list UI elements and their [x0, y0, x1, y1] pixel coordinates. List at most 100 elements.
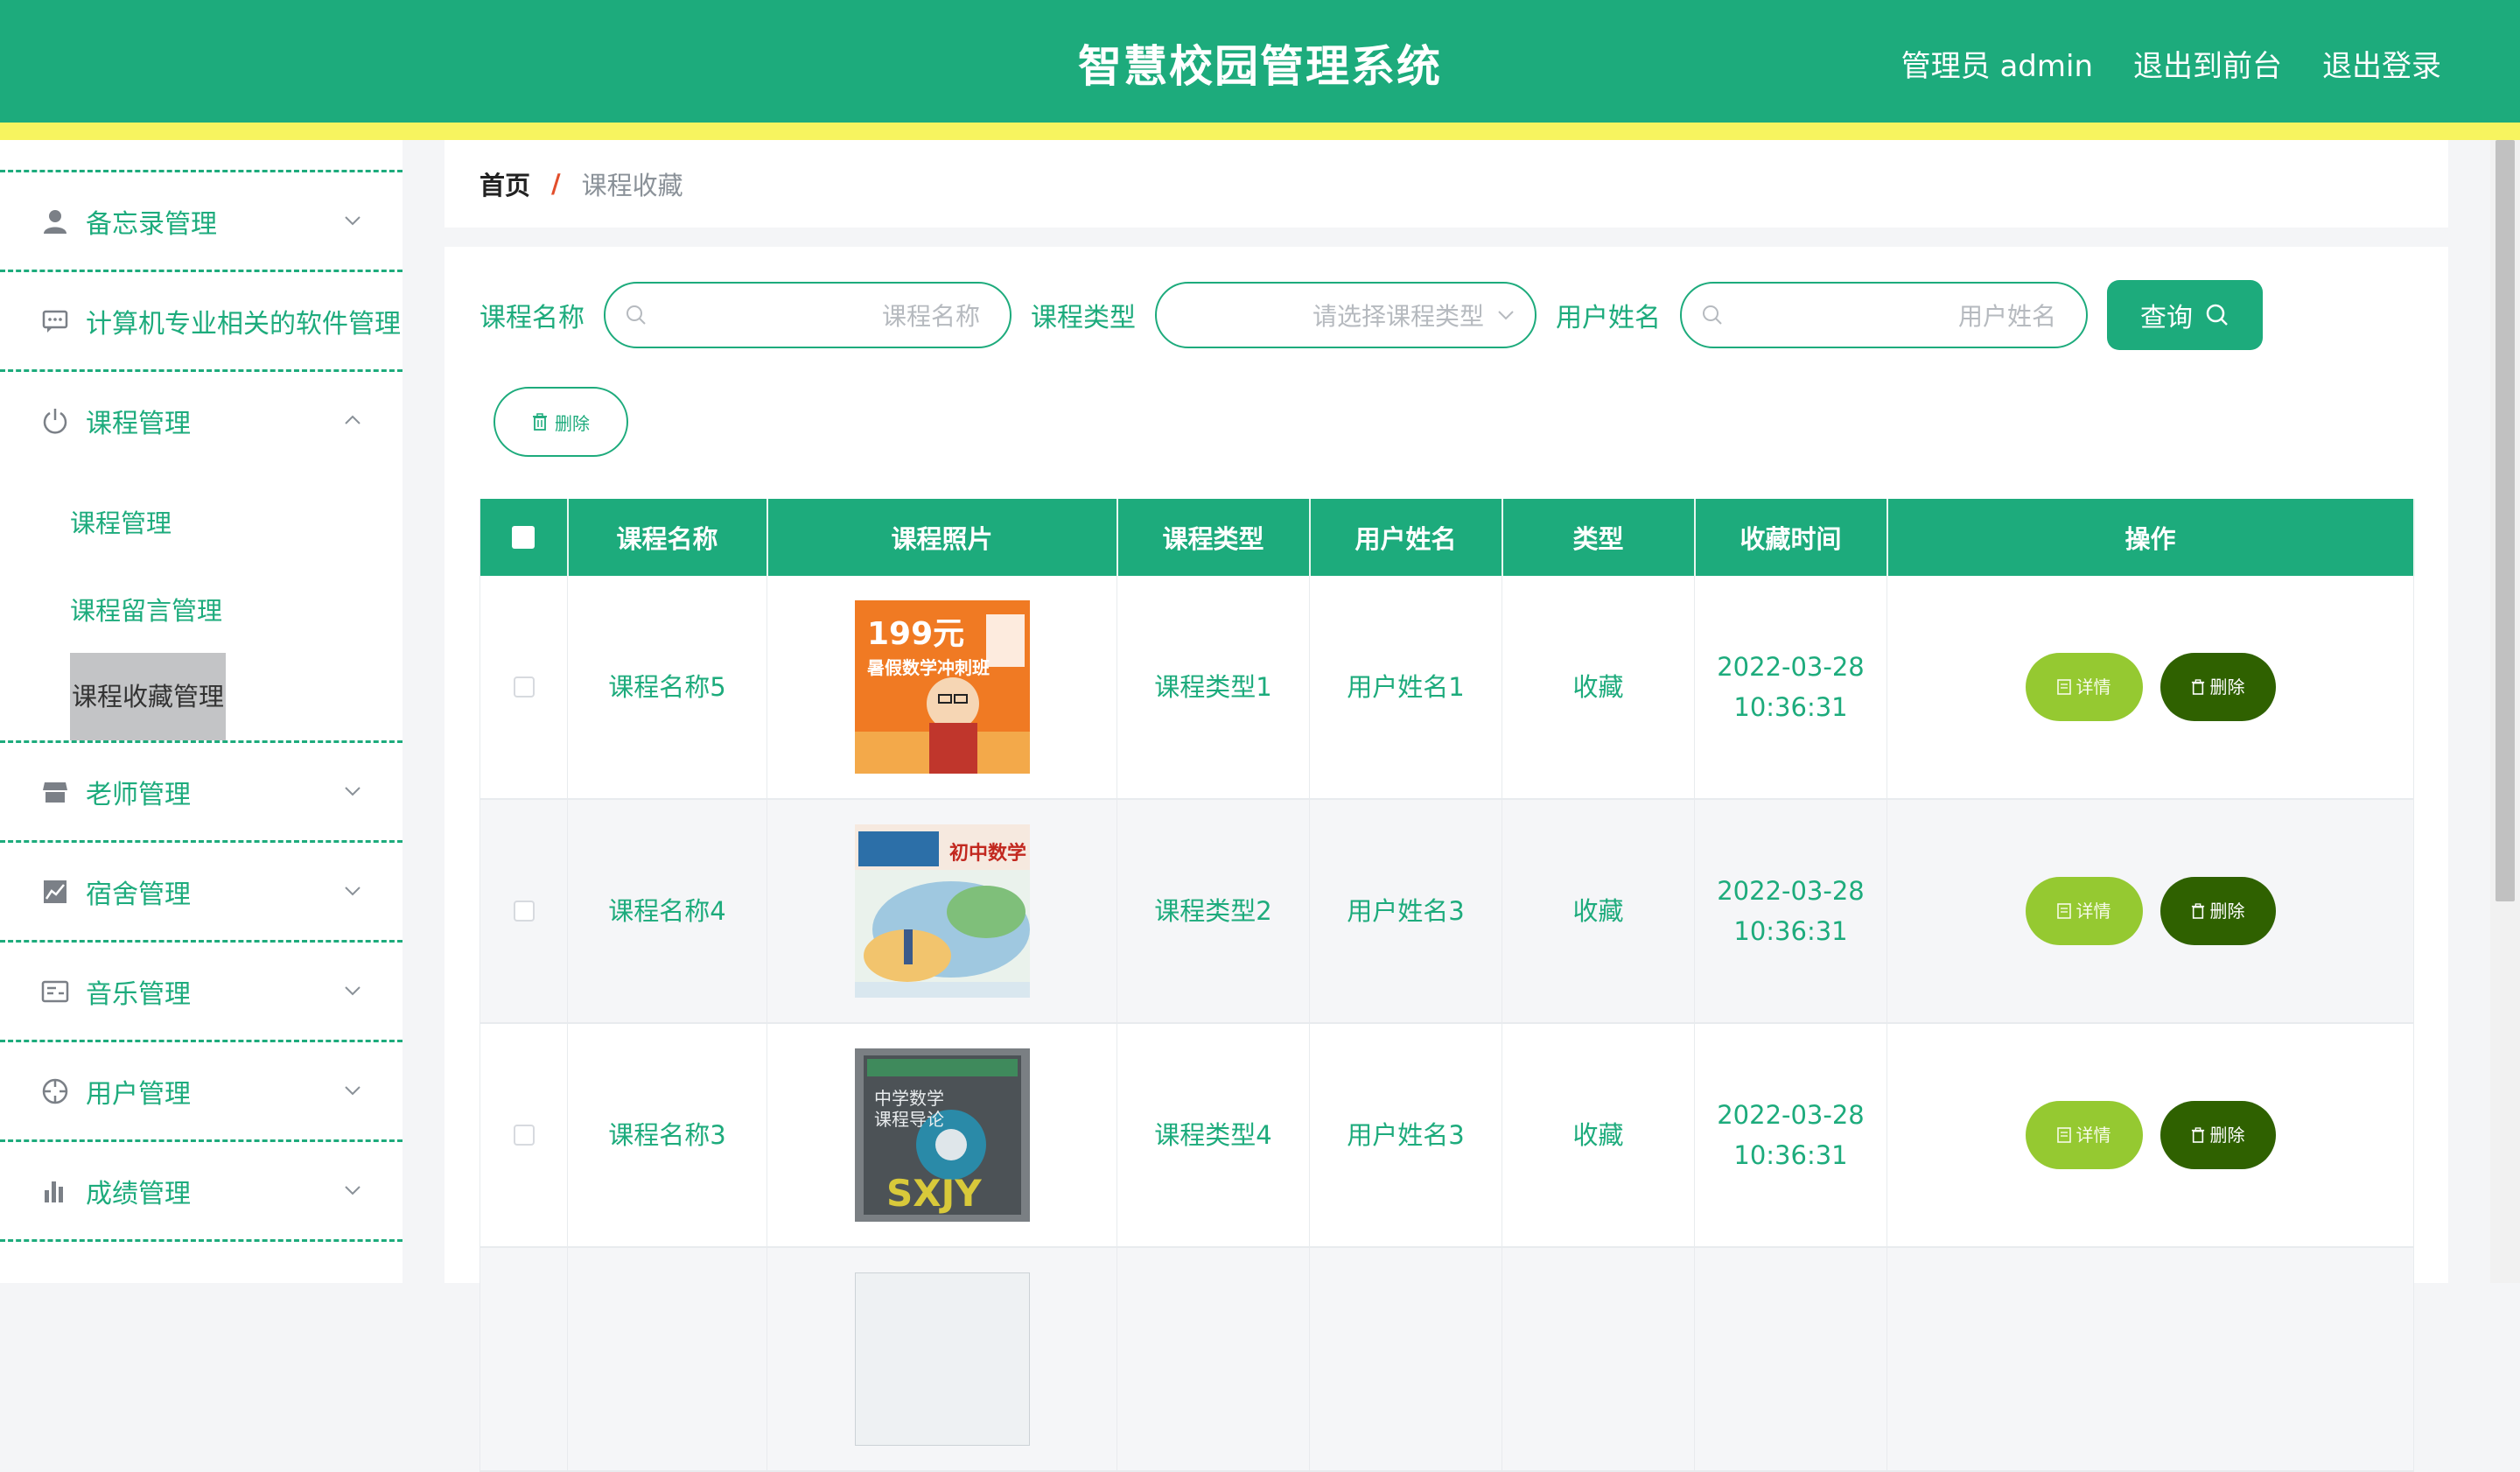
sidebar-item-label: 宿舍管理: [86, 879, 191, 910]
row-actions: 详情 删除: [1888, 877, 2412, 945]
cell-course-name: 课程名称3: [567, 1023, 767, 1248]
query-button[interactable]: 查询: [2107, 280, 2263, 350]
course-name-placeholder: 课程名称: [881, 302, 980, 331]
sidebar-item-user[interactable]: 用户管理: [0, 1040, 402, 1139]
trash-icon: [2191, 903, 2204, 919]
bar-icon: [40, 1176, 70, 1206]
table-row: 课程名称3 中学数学 课程导论 SXJY 课程类型4 用户姓名3 收藏 2022…: [480, 1023, 2414, 1248]
select-all-checkbox[interactable]: [512, 526, 536, 549]
chevron-down-icon: [345, 1186, 360, 1195]
breadcrumb-home[interactable]: 首页: [480, 165, 530, 202]
column-header: 类型: [1502, 499, 1696, 576]
sidebar-item-label: 音乐管理: [86, 978, 191, 1010]
search-icon: [2206, 304, 2228, 326]
column-header: 课程名称: [567, 499, 768, 576]
main-content: 课程名称 课程名称 课程类型 请选择课程类型 用户姓名 用户姓名 查询 删除 课…: [444, 247, 2448, 1472]
header-actions: 管理员 admin 退出到前台 退出登录: [1901, 42, 2441, 85]
sidebar-item-score[interactable]: 成绩管理: [0, 1139, 402, 1239]
scrollbar-thumb[interactable]: [2496, 140, 2515, 901]
target-icon: [40, 1076, 70, 1106]
sidebar-item-memo[interactable]: 备忘录管理: [0, 170, 402, 270]
sidebar-item-course[interactable]: 课程管理: [0, 369, 402, 469]
delete-button[interactable]: 删除: [2160, 1101, 2276, 1169]
submenu-course-comments[interactable]: 课程留言管理: [0, 565, 402, 653]
trash-icon: [533, 413, 547, 431]
breadcrumb: 首页 / 课程收藏: [444, 140, 2448, 228]
submenu-course-manage[interactable]: 课程管理: [0, 478, 402, 565]
course-type-placeholder: 请选择课程类型: [1312, 302, 1484, 331]
row-checkbox[interactable]: [513, 901, 535, 922]
document-icon: [2056, 903, 2071, 919]
cell-fav-time: 2022-03-28 10:36:31: [1694, 799, 1887, 1024]
document-icon: [2056, 1127, 2071, 1143]
store-icon: [40, 777, 70, 807]
row-actions: 详情 删除: [1888, 1101, 2412, 1169]
thumb-logo-text: SXJY: [886, 1172, 982, 1215]
table-row: 课程名称5 199元 暑假数学冲刺班 课程类型1 用户姓名1 收藏 2022-0…: [480, 576, 2414, 800]
exit-to-front-link[interactable]: 退出到前台: [2133, 42, 2282, 85]
course-name-input[interactable]: 课程名称: [604, 282, 1012, 348]
sidebar-item-dorm[interactable]: 宿舍管理: [0, 840, 402, 940]
cell-kind: 收藏: [1502, 1023, 1695, 1248]
table-row: 课程名称4 初中数学 课程类型2 用户姓名3 收藏 2022-03-28 10:…: [480, 799, 2414, 1024]
detail-button[interactable]: 详情: [2025, 653, 2143, 721]
logout-link[interactable]: 退出登录: [2322, 42, 2441, 85]
chevron-down-icon: [345, 1086, 360, 1096]
thumb-title-text: 暑假数学冲刺班: [867, 657, 990, 678]
cell-kind: 收藏: [1502, 799, 1695, 1024]
page-scrollbar[interactable]: [2490, 140, 2520, 1283]
cell-course-name: 课程名称4: [567, 799, 767, 1024]
sidebar-item-label: 成绩管理: [86, 1178, 191, 1209]
batch-delete-label: 删除: [555, 412, 590, 434]
chevron-up-icon: [345, 415, 360, 424]
breadcrumb-current: 课程收藏: [581, 171, 683, 200]
detail-button[interactable]: 详情: [2025, 1101, 2143, 1169]
column-header: 课程照片: [766, 499, 1118, 576]
cell-course-name: 课程名称5: [567, 576, 767, 800]
sidebar-item-software[interactable]: 计算机专业相关的软件管理: [0, 270, 402, 369]
card-icon: [40, 977, 70, 1006]
thumb-title-text: 中学数学: [874, 1088, 944, 1109]
course-type-label: 课程类型: [1031, 303, 1136, 333]
chevron-down-icon: [345, 986, 360, 996]
filter-row: 课程名称 课程名称 课程类型 请选择课程类型 用户姓名 用户姓名 查询: [480, 280, 2263, 350]
trash-icon: [2191, 1127, 2204, 1143]
chevron-down-icon: [345, 216, 360, 226]
header-select-all[interactable]: [480, 499, 569, 576]
user-name-input[interactable]: 用户姓名: [1680, 282, 2088, 348]
course-name-label: 课程名称: [480, 303, 584, 333]
query-button-label: 查询: [2140, 303, 2193, 333]
sidebar-item-more: [0, 1239, 402, 1283]
delete-button[interactable]: 删除: [2160, 653, 2276, 721]
favorites-table: 课程名称 课程照片 课程类型 用户姓名 类型 收藏时间 操作 课程名称5 199…: [480, 499, 2415, 1472]
course-type-select[interactable]: 请选择课程类型: [1155, 282, 1536, 348]
submenu-course-favorites[interactable]: 课程收藏管理: [0, 653, 402, 740]
delete-button[interactable]: 删除: [2160, 877, 2276, 945]
sidebar-item-music[interactable]: 音乐管理: [0, 940, 402, 1040]
thumb-title-text: 初中数学: [949, 842, 1026, 865]
detail-button[interactable]: 详情: [2025, 877, 2143, 945]
table-header-row: 课程名称 课程照片 课程类型 用户姓名 类型 收藏时间 操作: [480, 499, 2415, 576]
sidebar-item-label: 老师管理: [86, 779, 191, 810]
course-photo: [854, 1272, 1030, 1446]
cell-fav-time: 2022-03-28 10:36:31: [1694, 576, 1887, 800]
chevron-down-icon: [1498, 311, 1514, 320]
cell-course-type: 课程类型1: [1116, 576, 1310, 800]
sidebar-item-label: 备忘录管理: [86, 208, 217, 240]
sidebar: 备忘录管理 计算机专业相关的软件管理 课程管理 课程管理 课程留言管理 课程收藏…: [0, 140, 402, 1283]
batch-delete-button[interactable]: 删除: [494, 387, 628, 457]
cell-course-type: 课程类型2: [1116, 799, 1310, 1024]
sidebar-item-label: 课程管理: [86, 408, 191, 439]
course-submenu: 课程管理 课程留言管理 课程收藏管理: [0, 469, 402, 740]
search-icon: [1703, 305, 1722, 325]
cell-user-name: 用户姓名3: [1309, 1023, 1502, 1248]
row-checkbox[interactable]: [513, 1125, 535, 1146]
cell-kind: 收藏: [1502, 576, 1695, 800]
course-photo: 199元 暑假数学冲刺班: [854, 600, 1030, 774]
row-checkbox[interactable]: [513, 676, 535, 697]
cell-fav-time: 2022-03-28 10:36:31: [1694, 1023, 1887, 1248]
thumb-price-text: 199元: [867, 616, 964, 652]
sidebar-item-teacher[interactable]: 老师管理: [0, 740, 402, 840]
chevron-down-icon: [345, 887, 360, 896]
thumb-subtitle-text: 课程导论: [874, 1109, 944, 1130]
